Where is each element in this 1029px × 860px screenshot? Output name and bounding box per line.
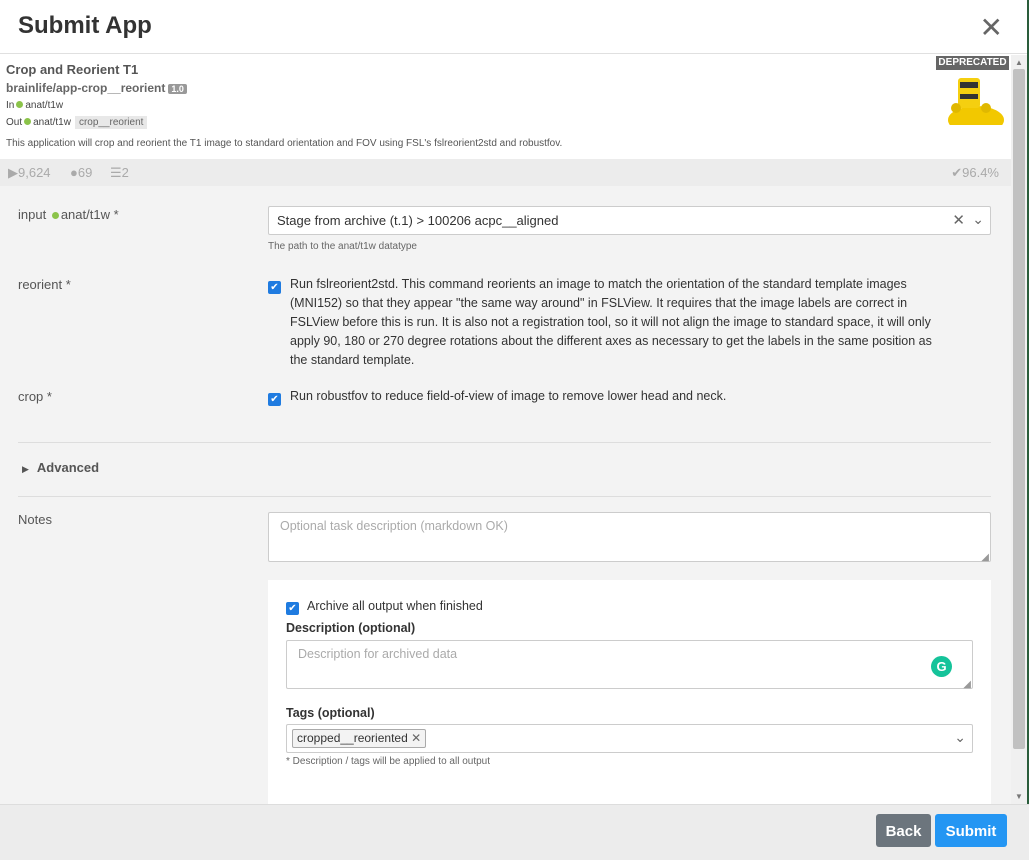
input-label-text: input — [18, 207, 47, 222]
reorient-checkbox[interactable]: ✔ — [268, 281, 281, 294]
notes-textarea[interactable]: Optional task description (markdown OK) … — [268, 512, 991, 563]
close-icon[interactable]: ✕ — [980, 14, 1003, 42]
app-repo-name: brainlife/app-crop__reorient — [6, 81, 166, 95]
app-stats: ▶9,624 ●69 ☰2 ✔96.4% — [0, 159, 1011, 186]
input-help: The path to the anat/t1w datatype — [268, 241, 417, 252]
chevron-down-icon[interactable]: ⌄ — [954, 729, 966, 746]
reorient-label: reorient * — [18, 277, 71, 292]
crop-checkbox[interactable]: ✔ — [268, 393, 281, 406]
crop-description: Run robustfov to reduce field-of-view of… — [290, 389, 727, 403]
clear-icon[interactable]: ✕ — [952, 211, 965, 229]
reorient-line: FSLView before this is run. It is also n… — [290, 315, 931, 329]
description-label: Description (optional) — [286, 621, 416, 635]
scroll-up-icon[interactable]: ▲ — [1015, 58, 1023, 67]
app-card: Crop and Reorient T1 brainlife/app-crop_… — [0, 55, 1011, 159]
app-avatar — [936, 70, 1006, 125]
remove-tag-icon[interactable]: ✕ — [411, 731, 421, 745]
runs-count: 9,624 — [18, 165, 51, 180]
tag-chip: cropped__reoriented ✕ — [292, 729, 427, 748]
in-datatype: anat/t1w — [25, 100, 64, 111]
deprecated-badge: DEPRECATED — [936, 56, 1009, 70]
datatype-dot-icon — [16, 101, 24, 108]
description-textarea[interactable]: Description for archived data ◢ — [286, 640, 973, 690]
archive-checkbox[interactable]: ✔ — [286, 602, 299, 615]
output-datatype-row: Out anat/t1w crop__reorient — [6, 116, 148, 129]
success-rate-value: 96.4% — [962, 165, 999, 180]
advanced-label: Advanced — [36, 460, 100, 475]
grammarly-icon[interactable]: G — [931, 656, 952, 677]
reorient-line: Run fslreorient2std. This command reorie… — [290, 277, 907, 291]
required-marker: * — [113, 207, 119, 222]
users-count: 69 — [77, 165, 93, 180]
user-icon: ● — [70, 165, 78, 180]
input-select[interactable]: Stage from archive (t.1) > 100206 acpc__… — [268, 206, 991, 235]
resize-grip-icon[interactable]: ◢ — [963, 679, 971, 690]
check-circle-icon: ✔ — [951, 165, 963, 180]
app-description: This application will crop and reorient … — [6, 138, 563, 149]
runs-stat: ▶9,624 — [8, 165, 51, 180]
description-placeholder: Description for archived data — [298, 647, 458, 661]
advanced-toggle[interactable]: ▶ Advanced — [22, 460, 99, 475]
resize-grip-icon[interactable]: ◢ — [981, 552, 989, 563]
server-icon: ☰ — [110, 165, 122, 180]
scrollbar[interactable]: ▲ ▼ — [1011, 55, 1027, 804]
dialog-header: Submit App ✕ — [0, 0, 1029, 54]
datatype-dot-icon — [24, 118, 32, 125]
app-repo: brainlife/app-crop__reorient 1.0 — [6, 81, 187, 95]
reorient-description: Run fslreorient2std. This command reorie… — [290, 275, 990, 370]
resources-stat: ☰2 — [110, 165, 129, 181]
tags-select[interactable]: cropped__reoriented ✕ ⌄ — [286, 724, 973, 753]
crop-label: crop * — [18, 389, 52, 404]
divider — [18, 442, 991, 443]
chevron-down-icon[interactable]: ⌄ — [972, 211, 984, 228]
notes-placeholder: Optional task description (markdown OK) — [280, 519, 508, 533]
archive-label: Archive all output when finished — [307, 599, 483, 613]
archive-panel: ✔ Archive all output when finished Descr… — [268, 580, 991, 804]
submit-button[interactable]: Submit — [935, 814, 1007, 847]
reorient-line: (MNI152) so that they appear "the same w… — [290, 296, 908, 310]
notes-label: Notes — [18, 512, 52, 527]
tag-chip-label: cropped__reoriented — [297, 731, 408, 745]
back-button[interactable]: Back — [876, 814, 931, 847]
scrollbar-thumb[interactable] — [1013, 69, 1025, 749]
resources-count: 2 — [121, 165, 129, 180]
input-label: input anat/t1w * — [18, 207, 119, 222]
scroll-down-icon[interactable]: ▼ — [1015, 792, 1023, 801]
tags-note: * Description / tags will be applied to … — [286, 756, 491, 767]
users-stat: ●69 — [70, 165, 92, 180]
out-datatype: anat/t1w — [33, 117, 71, 128]
dialog-title: Submit App — [18, 12, 152, 39]
input-select-value: Stage from archive (t.1) > 100206 acpc__… — [277, 213, 559, 228]
in-label: In — [6, 100, 15, 111]
datatype-dot-icon — [51, 212, 59, 219]
version-badge: 1.0 — [168, 83, 187, 94]
success-rate: ✔96.4% — [951, 165, 999, 181]
input-datatype: anat/t1w — [60, 207, 110, 222]
divider — [18, 496, 991, 497]
input-datatype-row: In anat/t1w — [6, 100, 63, 111]
tags-label: Tags (optional) — [286, 706, 375, 720]
out-label: Out — [6, 117, 23, 128]
out-tag: crop__reorient — [74, 116, 148, 129]
dialog-footer: Back Submit — [0, 804, 1029, 860]
reorient-line: the standard template. — [290, 353, 415, 367]
dialog-body[interactable]: Crop and Reorient T1 brainlife/app-crop_… — [0, 55, 1011, 804]
app-name: Crop and Reorient T1 — [6, 62, 139, 77]
caret-right-icon: ▶ — [22, 464, 29, 474]
reorient-line: apply 90, 180 or 270 degree rotations ab… — [290, 334, 932, 348]
